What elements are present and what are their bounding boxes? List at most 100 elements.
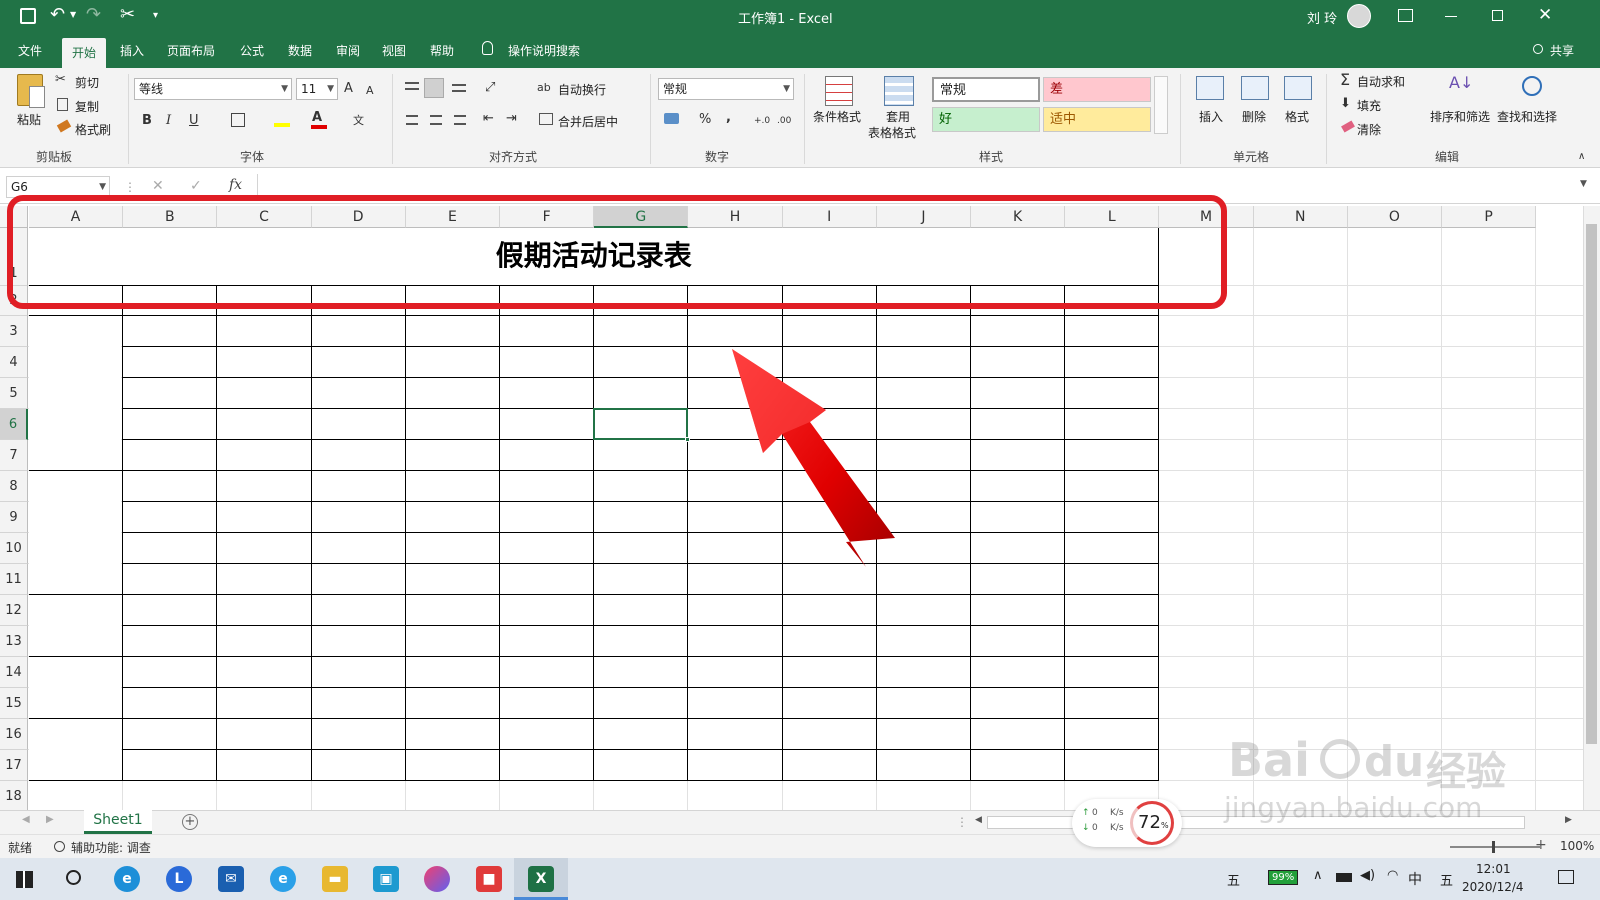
clock-time[interactable]: 12:01 xyxy=(1476,862,1511,876)
increase-decimal-icon[interactable]: +.0 xyxy=(754,112,770,130)
align-left-icon[interactable] xyxy=(406,115,418,125)
mail-icon[interactable]: ✉ xyxy=(218,866,244,892)
selected-cell[interactable] xyxy=(593,408,689,440)
notification-icon[interactable] xyxy=(1558,870,1574,884)
align-bottom-icon[interactable] xyxy=(452,84,466,92)
fill-color-icon[interactable] xyxy=(274,123,290,127)
align-right-icon[interactable] xyxy=(454,115,466,125)
tab-page-layout[interactable]: 页面布局 xyxy=(167,42,215,59)
align-center-icon[interactable] xyxy=(430,115,442,125)
row-header-3[interactable]: 3 xyxy=(0,316,28,347)
column-header-c[interactable]: C xyxy=(217,206,312,228)
hscroll-track[interactable] xyxy=(987,816,1525,829)
column-header-o[interactable]: O xyxy=(1347,206,1442,228)
clear-button[interactable]: 清除 xyxy=(1357,121,1381,138)
column-header-g[interactable]: G xyxy=(594,206,689,228)
tell-me-search[interactable]: 操作说明搜索 xyxy=(508,42,580,59)
paste-button[interactable]: 粘贴 xyxy=(17,111,41,128)
ie-browser-icon[interactable]: e xyxy=(270,866,296,892)
row-header-14[interactable]: 14 xyxy=(0,657,28,688)
italic-button[interactable]: I xyxy=(166,112,171,130)
ime-language[interactable]: 中 xyxy=(1408,869,1422,889)
autosum-button[interactable]: 自动求和 xyxy=(1357,73,1405,90)
file-explorer-icon[interactable]: ▬ xyxy=(322,866,348,892)
name-box[interactable]: G6 ▼ xyxy=(6,176,110,198)
column-header-n[interactable]: N xyxy=(1253,206,1348,228)
ime-indicator-left[interactable]: 五 xyxy=(1227,870,1240,889)
cut-qat-icon[interactable]: ✂ xyxy=(120,4,135,25)
comma-button[interactable]: , xyxy=(726,109,731,127)
app-blue-icon[interactable]: ▣ xyxy=(373,866,399,892)
edge-icon[interactable]: e xyxy=(114,866,140,892)
underline-button[interactable]: U xyxy=(189,112,199,130)
expand-formula-icon[interactable]: ▼ xyxy=(1580,179,1587,189)
row-header-12[interactable]: 12 xyxy=(0,595,28,626)
row-header-15[interactable]: 15 xyxy=(0,688,28,719)
insert-function-icon[interactable]: fx xyxy=(229,177,242,193)
style-neutral[interactable]: 适中 xyxy=(1043,107,1151,132)
column-header-d[interactable]: D xyxy=(311,206,406,228)
sheet-tab-sheet1[interactable]: Sheet1 xyxy=(84,810,152,834)
confirm-entry-icon[interactable]: ✓ xyxy=(190,178,202,194)
zoom-slider[interactable] xyxy=(1450,846,1540,848)
row-header-5[interactable]: 5 xyxy=(0,378,28,409)
row-header-13[interactable]: 13 xyxy=(0,626,28,657)
phonetic-icon[interactable]: 文 xyxy=(353,112,364,130)
column-header-f[interactable]: F xyxy=(500,206,595,228)
search-icon[interactable] xyxy=(66,870,81,885)
column-header-b[interactable]: B xyxy=(123,206,218,228)
excel-icon[interactable]: X xyxy=(528,866,554,892)
undo-icon[interactable]: ↶ xyxy=(50,4,65,25)
chevron-up-icon[interactable]: ∧ xyxy=(1313,868,1323,883)
ime-mode[interactable]: 五 xyxy=(1440,870,1453,889)
table-format-button-line2[interactable]: 表格格式 xyxy=(868,124,916,141)
cut-button[interactable]: 剪切 xyxy=(75,74,99,91)
clock-date[interactable]: 2020/12/4 xyxy=(1462,880,1524,894)
prev-sheet-icon[interactable]: ◀ xyxy=(22,814,30,825)
redo-icon[interactable]: ↷ xyxy=(86,4,101,25)
row-header-16[interactable]: 16 xyxy=(0,719,28,750)
formula-input[interactable] xyxy=(257,174,1577,200)
app-red-icon[interactable]: ■ xyxy=(476,866,502,892)
wrap-text-button[interactable]: 自动换行 xyxy=(558,81,606,98)
currency-icon[interactable] xyxy=(664,113,679,124)
fill-button[interactable]: 填充 xyxy=(1357,97,1381,114)
hscroll-right-icon[interactable]: ▶ xyxy=(1565,815,1572,825)
wifi-icon[interactable]: ◠ xyxy=(1387,868,1398,883)
table-format-button-line1[interactable]: 套用 xyxy=(886,108,910,125)
cancel-entry-icon[interactable]: ✕ xyxy=(152,178,164,194)
row-header-17[interactable]: 17 xyxy=(0,750,28,781)
bold-button[interactable]: B xyxy=(142,112,152,130)
volume-icon[interactable]: ◀) xyxy=(1360,868,1375,883)
tab-review[interactable]: 审阅 xyxy=(336,42,360,59)
style-normal[interactable]: 常规 xyxy=(932,77,1040,102)
row-header-8[interactable]: 8 xyxy=(0,471,28,502)
conditional-format-button[interactable]: 条件格式 xyxy=(813,108,861,125)
share-icon[interactable] xyxy=(1533,44,1543,54)
tab-view[interactable]: 视图 xyxy=(382,42,406,59)
hscroll-left-icon[interactable]: ◀ xyxy=(975,815,982,825)
tab-insert[interactable]: 插入 xyxy=(120,42,144,59)
percent-button[interactable]: % xyxy=(699,111,711,129)
fill-handle[interactable] xyxy=(685,437,691,442)
qat-customize-icon[interactable]: ▾ xyxy=(153,10,158,21)
tab-formulas[interactable]: 公式 xyxy=(240,42,264,59)
grow-font-icon[interactable]: A xyxy=(344,80,353,98)
merge-center-button[interactable]: 合并后居中 xyxy=(558,113,618,130)
column-header-j[interactable]: J xyxy=(876,206,971,228)
ribbon-display-icon[interactable] xyxy=(1398,9,1413,22)
user-name[interactable]: 刘 玲 xyxy=(1307,8,1337,27)
decrease-indent-icon[interactable]: ⇤ xyxy=(483,110,494,128)
share-button[interactable]: 共享 xyxy=(1550,42,1574,59)
avatar[interactable] xyxy=(1347,4,1371,28)
sort-filter-button[interactable]: 排序和筛选 xyxy=(1430,108,1490,125)
find-select-button[interactable]: 查找和选择 xyxy=(1497,108,1557,125)
sheet-title-cell[interactable]: 假期活动记录表 xyxy=(29,228,1158,284)
undo-dropdown-icon[interactable]: ▼ xyxy=(70,10,76,19)
worksheet-grid[interactable]: A B C D E F G H I J K L M N O P 1 2 3 4 5 6 7 8 9 10 11 12 13 14 15 16 1… xyxy=(0,206,1600,810)
column-header-i[interactable]: I xyxy=(782,206,877,228)
align-top-icon[interactable] xyxy=(405,82,419,90)
styles-gallery-scroll[interactable] xyxy=(1154,76,1168,134)
row-header-18[interactable]: 18 xyxy=(0,781,28,810)
increase-indent-icon[interactable]: ⇥ xyxy=(506,110,517,128)
